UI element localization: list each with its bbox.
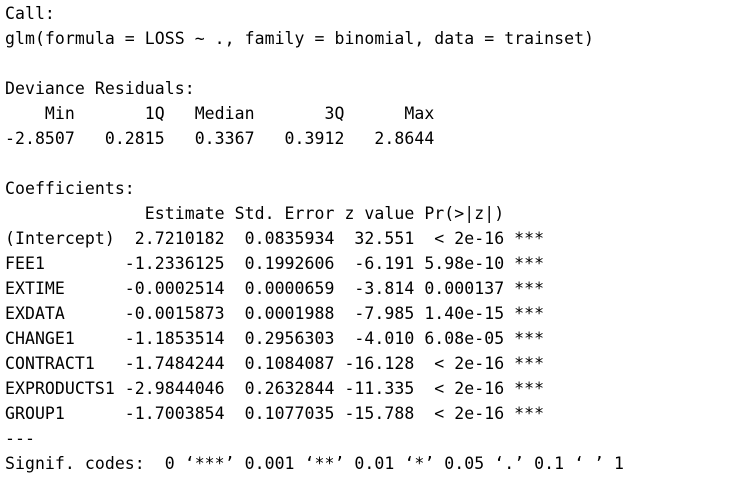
coef-row-intercept: (Intercept) 2.7210182 0.0835934 32.551 <…	[5, 229, 545, 248]
coefficients-header: Coefficients:	[5, 179, 135, 198]
call-header: Call:	[5, 4, 55, 23]
call-text: glm(formula = LOSS ~ ., family = binomia…	[5, 29, 595, 48]
deviance-values: -2.8507 0.2815 0.3367 0.3912 2.8644	[5, 129, 455, 148]
coef-row-extime: EXTIME -0.0002514 0.0000659 -3.814 0.000…	[5, 279, 545, 298]
signif-codes: Signif. codes: 0 ‘***’ 0.001 ‘**’ 0.01 ‘…	[5, 454, 624, 473]
r-console-output: Call: glm(formula = LOSS ~ ., family = b…	[0, 0, 736, 497]
coef-row-fee1: FEE1 -1.2336125 0.1992606 -6.191 5.98e-1…	[5, 254, 545, 273]
coef-row-exproducts1: EXPRODUCTS1 -2.9844046 0.2632844 -11.335…	[5, 379, 545, 398]
coef-row-group1: GROUP1 -1.7003854 0.1077035 -15.788 < 2e…	[5, 404, 545, 423]
separator: ---	[5, 429, 35, 448]
coef-row-contract1: CONTRACT1 -1.7484244 0.1084087 -16.128 <…	[5, 354, 545, 373]
coef-row-exdata: EXDATA -0.0015873 0.0001988 -7.985 1.40e…	[5, 304, 545, 323]
deviance-columns: Min 1Q Median 3Q Max	[5, 104, 455, 123]
deviance-header: Deviance Residuals:	[5, 79, 195, 98]
coef-row-change1: CHANGE1 -1.1853514 0.2956303 -4.010 6.08…	[5, 329, 545, 348]
coefficients-columns: Estimate Std. Error z value Pr(>|z|)	[5, 204, 545, 223]
